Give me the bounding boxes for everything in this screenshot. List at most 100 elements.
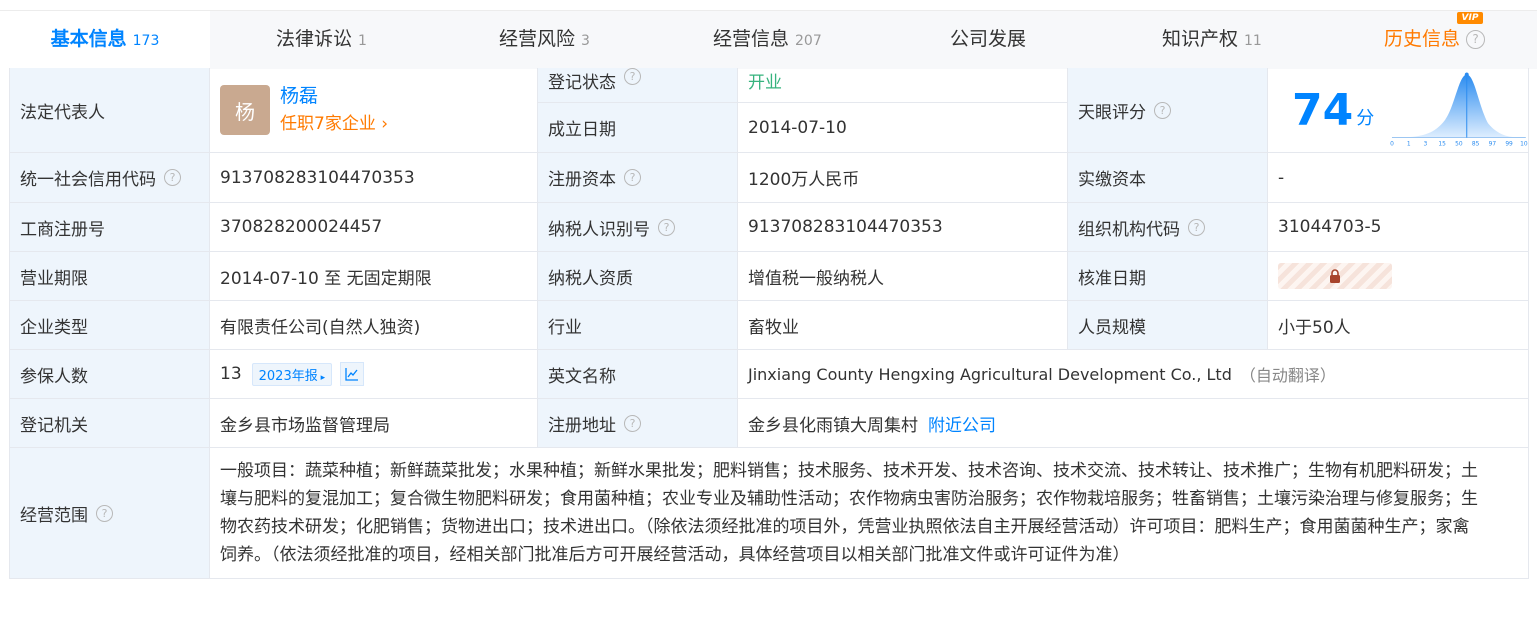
biz-term-value: 2014-07-10 至 无固定期限 [210, 252, 538, 301]
label-industry: 行业 [538, 301, 738, 350]
tab-legal[interactable]: 法律诉讼 1 [276, 11, 367, 69]
vip-badge: VIP [1457, 12, 1483, 24]
help-icon[interactable]: ? [658, 218, 675, 236]
report-label: 2023年报 [258, 368, 318, 384]
taxpayer-id-value: 913708283104470353 [738, 203, 1068, 252]
label-text: 天眼评分 [1078, 102, 1146, 123]
distribution-area [1392, 74, 1527, 138]
score-tick-label: 3 [1424, 141, 1428, 147]
label-text: 法定代表人 [20, 102, 105, 123]
score-distribution-chart: 0 1 3 15 50 85 97 99 100 [1390, 72, 1528, 147]
score-value: 74 [1292, 84, 1354, 136]
tab-label: 知识产权 [1162, 28, 1239, 50]
score-unit: 分 [1356, 108, 1375, 129]
value-text: Jinxiang County Hengxing Agricultural De… [748, 364, 1232, 384]
scope-line: 饲养。（依法须经批准的项目，经相关部门批准后方可开展经营活动，具体经营项目以相关… [220, 545, 1130, 565]
annual-report-button[interactable]: 2023年报 ▸ [251, 362, 333, 386]
value-text: 金乡县化雨镇大周集村 [748, 415, 918, 436]
scope-line: 物农药技术研发；化肥销售；货物进出口；技术进出口。（除依法须经批准的项目外，凭营… [220, 517, 1470, 537]
avatar[interactable]: 杨 [220, 85, 270, 135]
help-icon[interactable]: ? [624, 169, 641, 186]
help-icon[interactable]: ? [164, 169, 181, 186]
tab-risk[interactable]: 经营风险 3 [499, 11, 590, 69]
reg-capital-value: 1200万人民币 [738, 153, 1068, 203]
paid-capital-value: - [1268, 153, 1529, 203]
auto-translate-note: （自动翻译） [1239, 366, 1336, 385]
legal-rep-jobs-link[interactable]: 任职7家企业 › [280, 110, 388, 138]
lock-icon [1330, 269, 1340, 283]
label-reg-status: 登记状态? [538, 68, 738, 103]
label-text: 实缴资本 [1078, 170, 1146, 190]
value-text: 开业 [748, 73, 782, 93]
label-biz-term: 营业期限 [10, 252, 210, 301]
tab-operation[interactable]: 经营信息 207 [713, 11, 822, 69]
score-tick-label: 99 [1506, 141, 1514, 147]
label-english-name: 英文名称 [538, 350, 738, 399]
tab-label: 历史信息 [1384, 28, 1461, 50]
help-icon[interactable]: ? [96, 504, 113, 522]
label-biz-scope: 经营范围? [10, 448, 210, 579]
help-icon[interactable]: ? [1466, 30, 1486, 49]
jobs-text: 任职7家企业 [280, 114, 376, 134]
tab-count: 11 [1244, 33, 1262, 49]
score-tick-label: 15 [1439, 141, 1447, 147]
english-name-value: Jinxiang County Hengxing Agricultural De… [738, 350, 1529, 399]
label-tianyan-score: 天眼评分? [1068, 68, 1268, 153]
label-org-code: 组织机构代码? [1068, 203, 1268, 252]
score-tick-label: 100 [1520, 141, 1528, 147]
label-found-date: 成立日期 [538, 103, 738, 153]
label-text: 登记状态 [548, 73, 616, 93]
label-company-type: 企业类型 [10, 301, 210, 350]
value-text: 有限责任公司(自然人独资) [220, 317, 421, 338]
label-legal-rep: 法定代表人 [10, 68, 210, 153]
label-reg-address: 注册地址? [538, 399, 738, 448]
label-text: 参保人数 [20, 366, 88, 387]
nearby-companies-link[interactable]: 附近公司 [928, 411, 996, 436]
value-text: 小于50人 [1278, 317, 1351, 338]
label-text: 行业 [548, 317, 582, 338]
help-icon[interactable]: ? [1154, 101, 1171, 119]
tab-basic-info[interactable]: 基本信息 173 [0, 11, 210, 69]
label-text: 组织机构代码 [1078, 219, 1180, 240]
score-cell[interactable]: 74 分 0 1 3 15 50 85 97 99 100 [1268, 68, 1529, 153]
chevron-right-icon: › [375, 114, 389, 134]
tab-count: 207 [795, 33, 822, 49]
label-credit-code: 统一社会信用代码? [10, 153, 210, 203]
legal-rep-name-link[interactable]: 杨磊 [280, 82, 388, 110]
label-approve-date: 核准日期 [1068, 252, 1268, 301]
tab-count: 173 [132, 33, 160, 49]
label-text: 英文名称 [548, 366, 616, 387]
value-text: 13 [220, 364, 242, 384]
triangle-right-icon: ▸ [317, 372, 326, 383]
tab-development[interactable]: 公司发展 [950, 11, 1026, 69]
legal-rep-cell: 杨 杨磊 任职7家企业 › [210, 68, 538, 153]
reg-address-value: 金乡县化雨镇大周集村 附近公司 [738, 399, 1529, 448]
locked-value[interactable] [1278, 263, 1392, 289]
help-icon[interactable]: ? [624, 68, 641, 85]
label-text: 人员规模 [1078, 317, 1146, 338]
value-text: 1200万人民币 [748, 170, 860, 190]
label-text: 纳税人资质 [548, 268, 633, 289]
value-text: 2014-07-10 [748, 117, 847, 138]
label-taxpayer-id: 纳税人识别号? [538, 203, 738, 252]
score-tick-label: 85 [1472, 141, 1480, 147]
value-text: 增值税一般纳税人 [748, 268, 884, 289]
tab-count: 1 [358, 33, 367, 49]
tab-label: 公司发展 [950, 28, 1027, 50]
trend-chart-button[interactable] [340, 362, 365, 386]
help-icon[interactable]: ? [624, 414, 641, 432]
value-text: 2014-07-10 至 无固定期限 [220, 268, 432, 289]
tab-label: 法律诉讼 [276, 28, 353, 50]
label-reg-authority: 登记机关 [10, 399, 210, 448]
tab-count: 3 [581, 33, 590, 49]
help-icon[interactable]: ? [1188, 218, 1205, 236]
tab-label: 经营信息 [713, 28, 790, 50]
tab-label: 经营风险 [499, 28, 576, 50]
approve-date-value [1268, 252, 1529, 301]
score-tick-label: 97 [1489, 141, 1497, 147]
tab-ip[interactable]: 知识产权 11 [1162, 11, 1262, 69]
found-date-value: 2014-07-10 [738, 103, 1068, 153]
label-text: 营业期限 [20, 268, 88, 289]
label-taxpayer-qual: 纳税人资质 [538, 252, 738, 301]
company-type-value: 有限责任公司(自然人独资) [210, 301, 538, 350]
